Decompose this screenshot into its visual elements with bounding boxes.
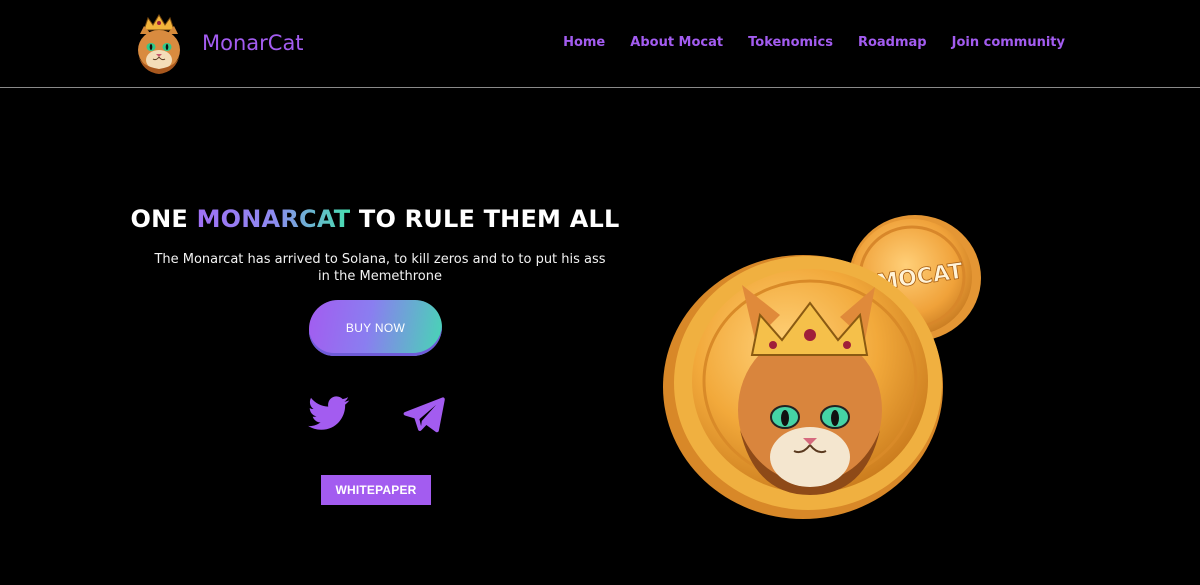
mocat-coin-illustration-icon: $MOCAT bbox=[660, 195, 990, 525]
hero-subtitle: The Monarcat has arrived to Solana, to k… bbox=[154, 252, 606, 284]
hero-title: ONE MONARCAT TO RULE THEM ALL bbox=[110, 205, 640, 233]
nav-about-mocat[interactable]: About Mocat bbox=[630, 35, 723, 50]
site-header: MonarCat Home About Mocat Tokenomics Roa… bbox=[0, 0, 1200, 88]
main-nav: Home About Mocat Tokenomics Roadmap Join… bbox=[563, 35, 1065, 50]
nav-roadmap[interactable]: Roadmap bbox=[858, 35, 927, 50]
hero-title-accent: MONARCAT bbox=[196, 205, 351, 233]
buy-now-button[interactable]: BUY NOW bbox=[309, 300, 442, 356]
crowned-cat-logo-icon[interactable] bbox=[134, 14, 184, 76]
nav-join-community[interactable]: Join community bbox=[952, 35, 1065, 50]
whitepaper-button[interactable]: WHITEPAPER bbox=[321, 475, 431, 505]
hero-title-prefix: ONE bbox=[130, 205, 197, 233]
brand-name[interactable]: MonarCat bbox=[202, 31, 304, 55]
nav-tokenomics[interactable]: Tokenomics bbox=[748, 35, 833, 50]
telegram-plane-icon[interactable] bbox=[400, 392, 448, 436]
nav-home[interactable]: Home bbox=[563, 35, 605, 50]
twitter-bird-icon[interactable] bbox=[305, 392, 353, 436]
hero-title-suffix: TO RULE THEM ALL bbox=[350, 205, 620, 233]
